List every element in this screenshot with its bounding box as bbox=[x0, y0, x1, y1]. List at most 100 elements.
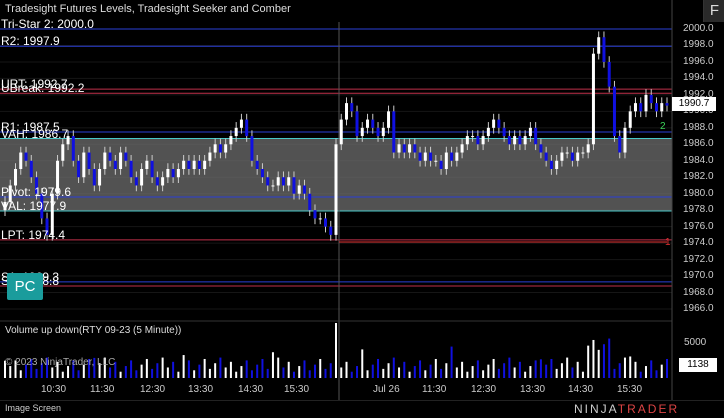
volume-bar bbox=[639, 371, 642, 378]
volume-bar bbox=[335, 323, 337, 378]
candle-body bbox=[161, 177, 165, 186]
price-tick: 1974.0 bbox=[683, 237, 714, 249]
candle-body bbox=[392, 111, 396, 153]
volume-bar bbox=[450, 346, 453, 378]
volume-bar bbox=[298, 366, 301, 378]
time-tick: 11:30 bbox=[422, 384, 447, 395]
volume-bar bbox=[203, 358, 206, 378]
candle-body bbox=[623, 127, 627, 153]
volume-bar bbox=[655, 370, 658, 378]
volume-bar bbox=[235, 371, 238, 378]
candle-body bbox=[208, 152, 212, 161]
volume-bar bbox=[487, 364, 490, 378]
candle-body bbox=[19, 152, 23, 169]
candle-body bbox=[507, 136, 511, 145]
candle-body bbox=[497, 119, 501, 128]
candle-body bbox=[103, 152, 107, 169]
candle-body bbox=[339, 119, 343, 145]
volume-bar bbox=[434, 358, 437, 378]
volume-bar bbox=[292, 371, 295, 378]
candle-body bbox=[371, 119, 375, 128]
volume-bar bbox=[445, 363, 448, 378]
candle-body bbox=[665, 103, 669, 106]
candle-body bbox=[471, 136, 475, 138]
candle-body bbox=[229, 136, 233, 145]
candle-body bbox=[113, 160, 117, 169]
candle-body bbox=[124, 152, 128, 161]
volume-bar bbox=[608, 338, 611, 378]
candle-body bbox=[203, 160, 207, 169]
price-tick: 1988.0 bbox=[683, 121, 714, 133]
volume-bar bbox=[392, 357, 395, 378]
pc-button[interactable]: PC bbox=[7, 273, 43, 300]
volume-bar bbox=[282, 367, 285, 378]
candle-body bbox=[192, 160, 196, 169]
volume-bar bbox=[461, 361, 464, 378]
candle-body bbox=[271, 185, 275, 187]
volume-bar bbox=[208, 368, 211, 378]
price-tick: 1996.0 bbox=[683, 55, 714, 67]
volume-bar bbox=[429, 364, 432, 378]
candle-body bbox=[150, 160, 154, 178]
candle-body bbox=[544, 152, 548, 161]
volume-bar bbox=[140, 364, 143, 378]
candle-body bbox=[24, 152, 28, 161]
candle-body bbox=[460, 144, 464, 153]
float-button[interactable]: F bbox=[703, 0, 724, 22]
price-tick: 1994.0 bbox=[683, 72, 714, 84]
candle-body bbox=[213, 144, 217, 153]
candle-body bbox=[492, 119, 496, 128]
volume-bar bbox=[219, 357, 222, 378]
volume-bar bbox=[566, 357, 569, 378]
level-label: UBreak: 1992.2 bbox=[1, 81, 85, 96]
time-tick: 13:30 bbox=[188, 384, 214, 395]
time-tick: 15:30 bbox=[617, 384, 643, 395]
candle-body bbox=[77, 160, 81, 178]
volume-bar bbox=[256, 364, 259, 378]
price-tick: 1980.0 bbox=[683, 187, 714, 199]
volume-bar bbox=[193, 370, 196, 378]
volume-bar bbox=[581, 371, 584, 378]
candle-body bbox=[266, 177, 270, 186]
candle-body bbox=[434, 160, 438, 162]
candle-body bbox=[129, 160, 133, 178]
candle-body bbox=[276, 177, 280, 186]
volume-bar bbox=[508, 357, 511, 378]
volume-bar bbox=[545, 364, 548, 378]
volume-bar bbox=[539, 359, 542, 378]
candle-body bbox=[586, 144, 590, 153]
volume-bar bbox=[172, 361, 175, 378]
candle-body bbox=[281, 177, 285, 186]
volume-bar bbox=[440, 368, 443, 378]
candle-body bbox=[61, 144, 65, 161]
volume-bar bbox=[109, 367, 112, 378]
volume-bar bbox=[361, 349, 364, 378]
time-tick: 10:30 bbox=[41, 384, 67, 395]
price-tick: 1978.0 bbox=[683, 204, 714, 216]
candle-body bbox=[318, 218, 322, 220]
candle-body bbox=[334, 144, 338, 235]
candle-body bbox=[14, 169, 18, 186]
price-chart[interactable] bbox=[0, 0, 724, 417]
volume-bar bbox=[135, 370, 138, 378]
candle-body bbox=[329, 226, 333, 235]
volume-bar bbox=[19, 370, 22, 378]
image-screen-tab[interactable]: Image Screen bbox=[5, 403, 61, 413]
candle-body bbox=[29, 160, 33, 178]
chart-title: Tradesight Futures Levels, Tradesight Se… bbox=[5, 3, 291, 15]
volume-bar bbox=[597, 349, 600, 378]
candle-body bbox=[465, 136, 469, 145]
candle-body bbox=[345, 103, 349, 120]
candle-body bbox=[549, 160, 553, 169]
volume-bar bbox=[650, 360, 653, 378]
candle-body bbox=[250, 136, 254, 161]
volume-bar bbox=[277, 357, 280, 378]
volume-bar bbox=[198, 364, 201, 378]
candle-body bbox=[455, 152, 459, 161]
candle-body bbox=[528, 127, 532, 137]
volume-bar bbox=[613, 368, 616, 378]
volume-bar bbox=[623, 357, 626, 378]
volume-bar bbox=[455, 367, 458, 378]
price-tick: 1986.0 bbox=[683, 138, 714, 150]
candle-body bbox=[649, 94, 653, 104]
